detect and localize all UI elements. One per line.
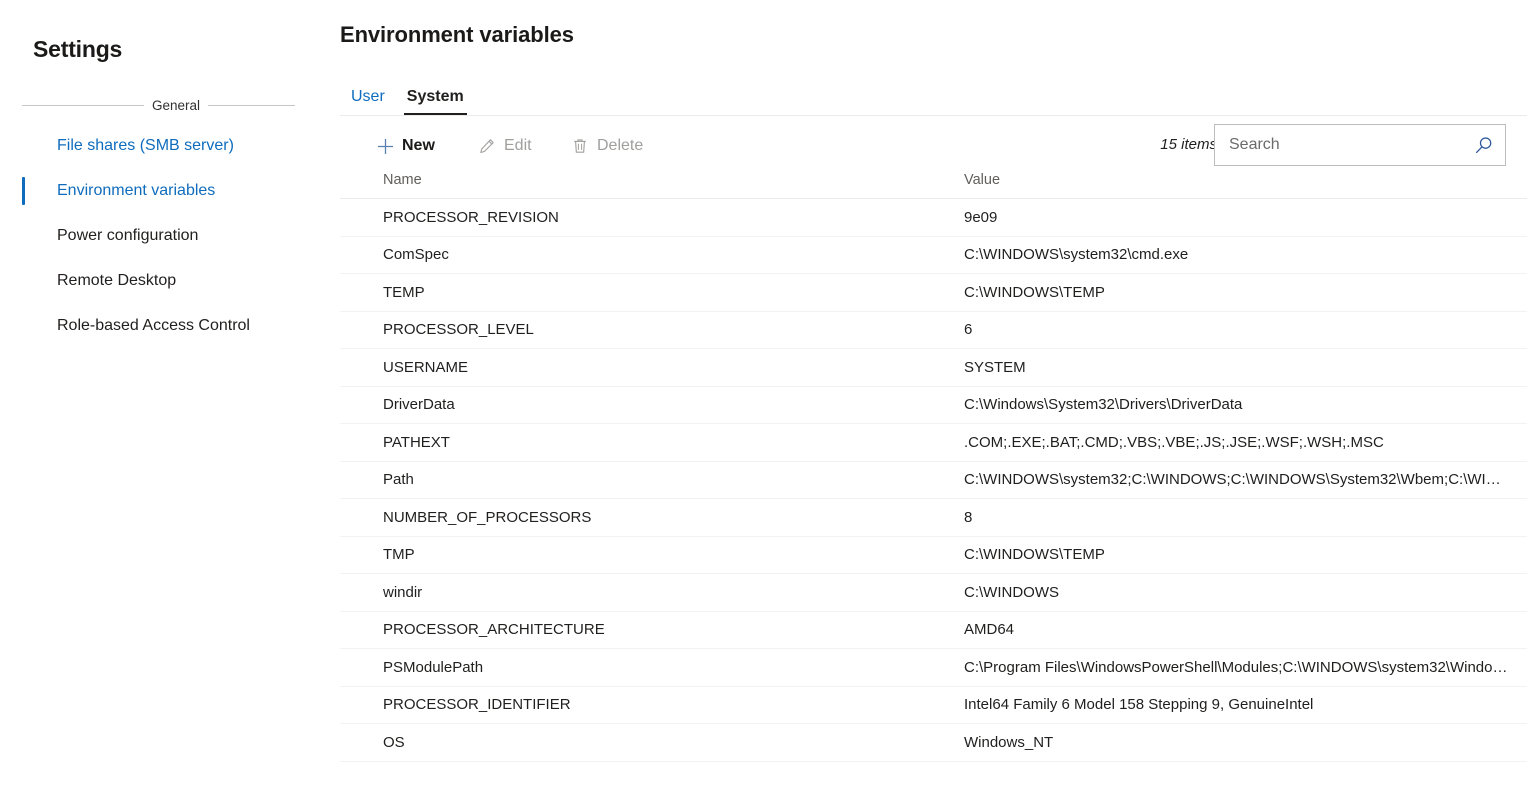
- sidebar-item-label: Remote Desktop: [57, 271, 177, 289]
- sidebar-item-power-configuration[interactable]: Power configuration: [0, 213, 330, 258]
- tab-strip: User System: [340, 78, 1527, 116]
- table-row[interactable]: USERNAME SYSTEM: [340, 349, 1527, 387]
- table-row[interactable]: DriverData C:\Windows\System32\Drivers\Dr…: [340, 387, 1527, 424]
- table-row[interactable]: PROCESSOR_IDENTIFIER Intel64 Family 6 Mod…: [340, 687, 1527, 724]
- delete-button[interactable]: Delete: [571, 126, 643, 166]
- cell-value: C:\WINDOWS: [964, 583, 1059, 601]
- table-row[interactable]: PROCESSOR_LEVEL 6: [340, 312, 1527, 349]
- new-button-label: New: [402, 137, 435, 154]
- edit-button-label: Edit: [504, 137, 532, 154]
- cell-name: DriverData: [383, 396, 455, 414]
- cell-name: TMP: [383, 546, 415, 564]
- divider-right: [208, 105, 296, 106]
- table-row[interactable]: windir C:\WINDOWS: [340, 574, 1527, 612]
- plus-icon: [376, 137, 394, 155]
- settings-title: Settings: [33, 36, 123, 62]
- table-body: PROCESSOR_REVISION 9e09 ComSpec C:\WINDOWS\…: [340, 199, 1527, 762]
- sidebar-nav-list: File shares (SMB server) Environment vari…: [0, 123, 330, 348]
- cell-name: PROCESSOR_IDENTIFIER: [383, 696, 571, 714]
- sidebar-item-file-shares-smb-server[interactable]: File shares (SMB server): [0, 123, 330, 168]
- cell-name: TEMP: [383, 283, 425, 301]
- search-icon[interactable]: [1461, 125, 1505, 165]
- cell-value: C:\Program Files\WindowsPowerShell\Modul…: [964, 658, 1508, 676]
- table-row[interactable]: PATHEXT .COM;.EXE;.BAT;.CMD;.VBS;.VBE;.JS…: [340, 424, 1527, 462]
- cell-name: windir: [383, 583, 423, 601]
- table-row[interactable]: Path C:\WINDOWS\system32;C:\WINDOWS;C:\WI…: [340, 462, 1527, 499]
- tab-label: System: [406, 87, 464, 105]
- selected-indicator: [22, 177, 25, 205]
- cell-name: OS: [383, 733, 405, 751]
- cell-name: Path: [383, 471, 414, 489]
- cell-name: PATHEXT: [383, 433, 450, 451]
- sidebar-item-label: Power configuration: [57, 226, 199, 244]
- cell-name: USERNAME: [383, 358, 469, 376]
- table-header-row: Name Value: [340, 172, 1527, 199]
- cell-value: AMD64: [964, 621, 1015, 639]
- table-row[interactable]: PROCESSOR_REVISION 9e09: [340, 199, 1527, 237]
- cell-name: PROCESSOR_ARCHITECTURE: [383, 621, 605, 639]
- sidebar-item-remote-desktop[interactable]: Remote Desktop: [0, 258, 330, 303]
- item-count-label: 15 items: [1160, 136, 1217, 153]
- sidebar-item-label: Role-based Access Control: [57, 316, 250, 334]
- sidebar-item-environment-variables[interactable]: Environment variables: [0, 168, 330, 213]
- edit-button[interactable]: Edit: [478, 126, 532, 166]
- tab-user[interactable]: User: [340, 78, 396, 115]
- table-row[interactable]: PSModulePath C:\Program Files\WindowsPowe…: [340, 649, 1527, 687]
- table-row[interactable]: PROCESSOR_ARCHITECTURE AMD64: [340, 612, 1527, 649]
- command-bar: New Edit Delete 15 items: [340, 124, 1527, 170]
- cell-value: Windows_NT: [964, 733, 1054, 751]
- delete-button-label: Delete: [597, 137, 644, 154]
- search-box[interactable]: [1214, 124, 1506, 166]
- trash-icon: [571, 137, 589, 155]
- sidebar-item-role-based-access-control[interactable]: Role-based Access Control: [0, 303, 330, 348]
- sidebar-group-header: General: [22, 98, 309, 113]
- cell-name: PSModulePath: [383, 658, 484, 676]
- tab-label: User: [351, 87, 385, 105]
- environment-variables-table: Name Value PROCESSOR_REVISION 9e09 ComSpec…: [340, 172, 1527, 762]
- active-tab-underline: [403, 113, 467, 115]
- cell-value: C:\WINDOWS\system32\cmd.exe: [964, 246, 1189, 264]
- cell-value: 8: [964, 508, 973, 526]
- table-row[interactable]: TEMP C:\WINDOWS\TEMP: [340, 274, 1527, 312]
- main-panel: Environment variables User System New Edi…: [330, 0, 1527, 808]
- cell-name: NUMBER_OF_PROCESSORS: [383, 508, 592, 526]
- cell-value: C:\WINDOWS\system32;C:\WINDOWS;C:\WINDOW…: [964, 471, 1523, 489]
- column-header-name[interactable]: Name: [340, 172, 962, 188]
- cell-value: C:\Windows\System32\Drivers\DriverData: [964, 396, 1243, 414]
- table-row[interactable]: TMP C:\WINDOWS\TEMP: [340, 537, 1527, 574]
- table-row[interactable]: ComSpec C:\WINDOWS\system32\cmd.exe: [340, 237, 1527, 274]
- new-button[interactable]: New: [376, 126, 435, 166]
- divider-left: [22, 105, 144, 106]
- cell-value: Intel64 Family 6 Model 158 Stepping 9, G…: [964, 696, 1314, 714]
- cell-value: C:\WINDOWS\TEMP: [964, 283, 1105, 301]
- cell-name: PROCESSOR_LEVEL: [383, 321, 534, 339]
- cell-value: 6: [964, 321, 973, 339]
- column-header-value[interactable]: Value: [962, 172, 1527, 188]
- pencil-icon: [478, 137, 496, 155]
- cell-value: 9e09: [964, 208, 998, 226]
- cell-name: ComSpec: [383, 246, 449, 264]
- cell-name: PROCESSOR_REVISION: [383, 208, 559, 226]
- cell-value: C:\WINDOWS\TEMP: [964, 546, 1105, 564]
- cell-value: .COM;.EXE;.BAT;.CMD;.VBS;.VBE;.JS;.JSE;.…: [964, 433, 1384, 451]
- sidebar-item-label: File shares (SMB server): [57, 136, 234, 154]
- tab-system[interactable]: System: [396, 78, 475, 115]
- page-title: Environment variables: [340, 22, 574, 47]
- search-input[interactable]: [1215, 125, 1461, 165]
- table-row[interactable]: NUMBER_OF_PROCESSORS 8: [340, 499, 1527, 537]
- sidebar-group-label: General: [152, 98, 201, 113]
- sidebar-item-label: Environment variables: [57, 181, 216, 199]
- cell-value: SYSTEM: [964, 358, 1026, 376]
- settings-sidebar: Settings General File shares (SMB server…: [0, 0, 330, 808]
- table-row[interactable]: OS Windows_NT: [340, 724, 1527, 762]
